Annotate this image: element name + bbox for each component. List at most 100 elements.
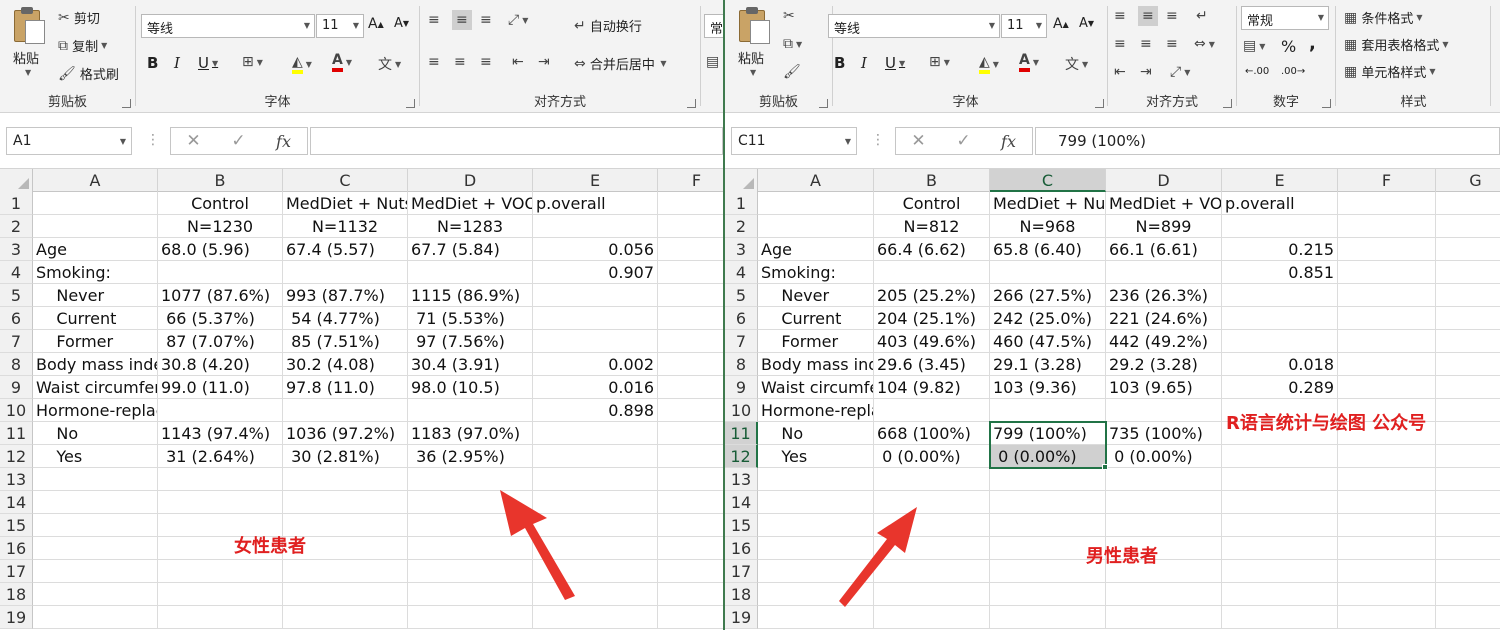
row-header-5[interactable]: 5 (725, 284, 758, 307)
cell-f11[interactable] (658, 422, 723, 445)
paste-icon[interactable] (737, 6, 771, 44)
cell-b18[interactable] (158, 583, 283, 606)
cell-c5[interactable]: 266 (27.5%) (990, 284, 1106, 307)
cell-b1[interactable]: Control (874, 192, 990, 215)
cell-c14[interactable] (990, 491, 1106, 514)
conditional-formatting-button[interactable]: ▦ 条件格式 ▼ (1344, 8, 1423, 28)
cell-f5[interactable] (658, 284, 723, 307)
paste-button[interactable]: 粘贴 (13, 48, 39, 67)
paste-dropdown-icon[interactable]: ▼ (22, 68, 31, 77)
cell-c15[interactable] (990, 514, 1106, 537)
row-header-3[interactable]: 3 (0, 238, 33, 261)
cell-c10[interactable] (283, 399, 408, 422)
cell-g15[interactable] (1436, 514, 1500, 537)
cell-c7[interactable]: 85 (7.51%) (283, 330, 408, 353)
cell-e2[interactable] (1222, 215, 1338, 238)
cell-e5[interactable] (1222, 284, 1338, 307)
number-launcher-icon[interactable] (1322, 99, 1331, 108)
number-format-select[interactable]: 常 (704, 14, 723, 38)
cell-c18[interactable] (990, 583, 1106, 606)
cell-e15[interactable] (1222, 514, 1338, 537)
cell-d13[interactable] (1106, 468, 1222, 491)
row-header-14[interactable]: 14 (0, 491, 33, 514)
column-header-e[interactable]: E (533, 169, 658, 192)
cell-d14[interactable] (1106, 491, 1222, 514)
cell-a8[interactable]: Body mass index (33, 353, 158, 376)
enter-check-icon[interactable]: ✓ (941, 131, 986, 151)
row-header-18[interactable]: 18 (725, 583, 758, 606)
cell-b10[interactable] (158, 399, 283, 422)
cell-g1[interactable] (1436, 192, 1500, 215)
cell-c3[interactable]: 65.8 (6.40) (990, 238, 1106, 261)
column-header-g[interactable]: G (1436, 169, 1500, 192)
fill-color-button[interactable]: ◭ ▼ (292, 54, 312, 74)
fill-handle[interactable] (1102, 464, 1108, 470)
font-name-select[interactable]: 等线 ▼ (828, 14, 1000, 38)
paste-button[interactable]: 粘贴 (738, 48, 764, 67)
row-header-11[interactable]: 11 (725, 422, 758, 445)
cell-b4[interactable] (158, 261, 283, 284)
cell-d10[interactable] (408, 399, 533, 422)
cell-g16[interactable] (1436, 537, 1500, 560)
cell-c13[interactable] (283, 468, 408, 491)
align-top-icon[interactable]: ≡ (1114, 8, 1126, 24)
italic-button[interactable]: I (861, 54, 867, 72)
cell-f13[interactable] (1338, 468, 1436, 491)
cell-b19[interactable] (158, 606, 283, 629)
cell-d15[interactable] (1106, 514, 1222, 537)
cell-d11[interactable]: 735 (100%) (1106, 422, 1222, 445)
row-header-13[interactable]: 13 (0, 468, 33, 491)
row-header-10[interactable]: 10 (725, 399, 758, 422)
cell-a13[interactable] (758, 468, 874, 491)
cell-b8[interactable]: 29.6 (3.45) (874, 353, 990, 376)
cell-c6[interactable]: 54 (4.77%) (283, 307, 408, 330)
decrease-font-icon[interactable]: A ▼ (1079, 16, 1094, 31)
cell-a19[interactable] (33, 606, 158, 629)
align-middle-icon[interactable]: ≡ (452, 10, 472, 30)
orientation-icon[interactable]: ⤢ ▼ (1170, 64, 1190, 80)
cell-d12[interactable]: 36 (2.95%) (408, 445, 533, 468)
cancel-icon[interactable]: ✕ (896, 131, 941, 151)
column-header-c[interactable]: C (990, 169, 1106, 192)
cell-e8[interactable]: 0.002 (533, 353, 658, 376)
column-header-c[interactable]: C (283, 169, 408, 192)
row-header-6[interactable]: 6 (0, 307, 33, 330)
cell-a5[interactable]: Never (33, 284, 158, 307)
cell-e3[interactable]: 0.215 (1222, 238, 1338, 261)
cell-g13[interactable] (1436, 468, 1500, 491)
align-left-icon[interactable]: ≡ (428, 54, 440, 70)
cell-e1[interactable]: p.overall (533, 192, 658, 215)
cell-f14[interactable] (1338, 491, 1436, 514)
row-header-17[interactable]: 17 (725, 560, 758, 583)
row-header-2[interactable]: 2 (0, 215, 33, 238)
cell-f4[interactable] (1338, 261, 1436, 284)
cell-f18[interactable] (658, 583, 723, 606)
cell-c4[interactable] (990, 261, 1106, 284)
cell-a11[interactable]: No (758, 422, 874, 445)
formula-input[interactable] (310, 127, 723, 155)
cell-c2[interactable]: N=1132 (283, 215, 408, 238)
cell-f14[interactable] (658, 491, 723, 514)
cell-e5[interactable] (533, 284, 658, 307)
cell-f2[interactable] (658, 215, 723, 238)
fill-color-button[interactable]: ◭ ▼ (979, 54, 999, 74)
cell-d19[interactable] (408, 606, 533, 629)
cell-d10[interactable] (1106, 399, 1222, 422)
cell-a10[interactable]: Hormone-replacement (758, 399, 874, 422)
cell-d8[interactable]: 29.2 (3.28) (1106, 353, 1222, 376)
cell-f18[interactable] (1338, 583, 1436, 606)
cut-button[interactable]: ✂ 剪切 (58, 8, 100, 28)
cell-g7[interactable] (1436, 330, 1500, 353)
percent-button[interactable]: % (1281, 37, 1296, 56)
align-center-icon[interactable]: ≡ (1140, 36, 1152, 52)
alignment-launcher-icon[interactable] (687, 99, 696, 108)
worksheet-grid[interactable]: ABCDEF 1 Control MedDiet + Nuts MedDiet + V… (0, 169, 723, 630)
select-all-corner[interactable] (725, 169, 758, 192)
cell-a7[interactable]: Former (33, 330, 158, 353)
cell-d1[interactable]: MedDiet + VOO (408, 192, 533, 215)
cell-c9[interactable]: 103 (9.36) (990, 376, 1106, 399)
cell-b3[interactable]: 68.0 (5.96) (158, 238, 283, 261)
cell-a17[interactable] (33, 560, 158, 583)
cell-f13[interactable] (658, 468, 723, 491)
bold-button[interactable]: B (834, 54, 845, 72)
